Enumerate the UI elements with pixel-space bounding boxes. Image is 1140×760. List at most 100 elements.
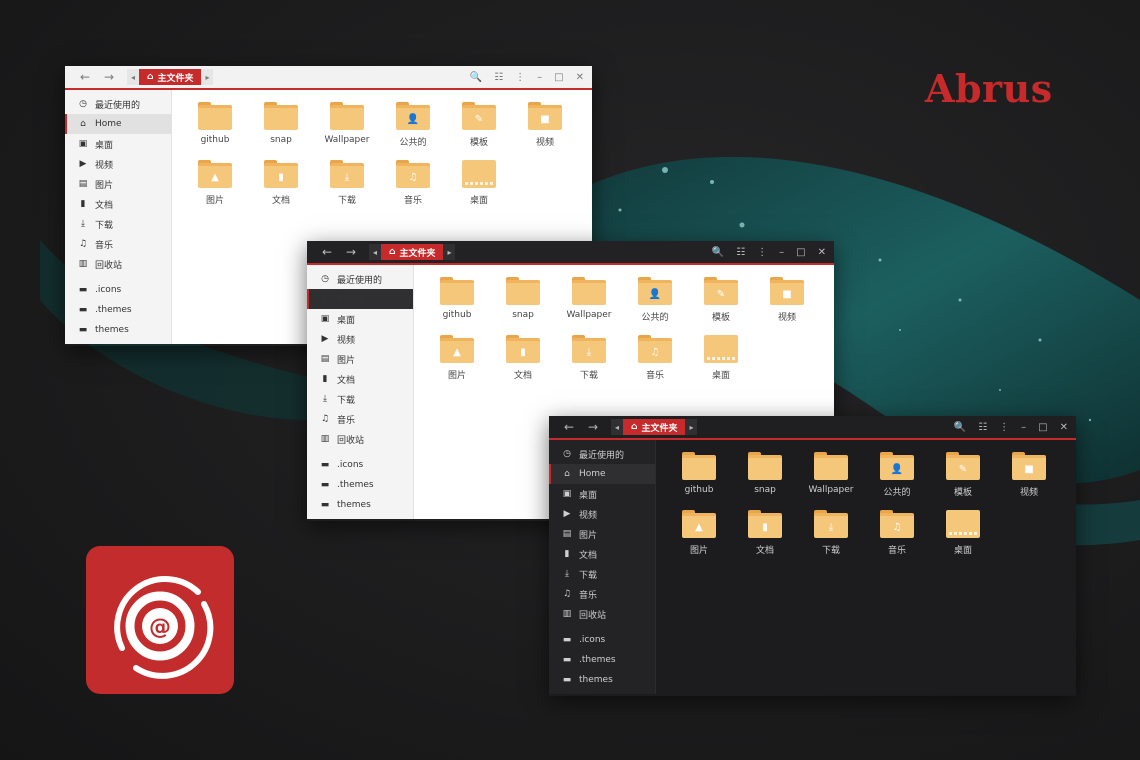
folder-item[interactable]: Wallpaper <box>556 275 622 333</box>
back-button[interactable]: ← <box>315 245 339 259</box>
forward-button[interactable]: → <box>339 245 363 259</box>
folder-item[interactable]: ▮ 文档 <box>732 508 798 566</box>
folder-item[interactable]: ✎ 模板 <box>930 450 996 508</box>
folder-item[interactable]: snap <box>248 100 314 158</box>
view-toggle-icon[interactable]: ☷ <box>494 72 503 83</box>
sidebar-item-下载[interactable]: ⤓ 下载 <box>307 389 413 409</box>
folder-item[interactable]: ⤓ 下载 <box>314 158 380 216</box>
maximize-button[interactable]: □ <box>554 72 563 83</box>
sidebar-item-最近使用的[interactable]: ◷ 最近使用的 <box>65 94 171 114</box>
sidebar-item-文档[interactable]: ▮ 文档 <box>549 544 655 564</box>
folder-item[interactable]: 👤 公共的 <box>864 450 930 508</box>
forward-button[interactable]: → <box>581 420 605 434</box>
folder-item[interactable]: ♫ 音乐 <box>864 508 930 566</box>
menu-icon[interactable]: ⋮ <box>999 422 1009 433</box>
back-button[interactable]: ← <box>73 70 97 84</box>
sidebar-item-最近使用的[interactable]: ◷ 最近使用的 <box>549 444 655 464</box>
folder-item[interactable]: Wallpaper <box>314 100 380 158</box>
sidebar-item-themes[interactable]: ▬ themes <box>65 320 171 340</box>
search-icon[interactable]: 🔍 <box>712 247 724 258</box>
folder-item[interactable]: ▮ 文档 <box>248 158 314 216</box>
sidebar-item-回收站[interactable]: ▥ 回收站 <box>65 254 171 274</box>
folder-item[interactable]: snap <box>732 450 798 508</box>
search-icon[interactable]: 🔍 <box>954 422 966 433</box>
close-button[interactable]: ✕ <box>576 72 584 83</box>
menu-icon[interactable]: ⋮ <box>515 72 525 83</box>
folder-item[interactable]: 桌面 <box>446 158 512 216</box>
sidebar-item-文档[interactable]: ▮ 文档 <box>307 369 413 389</box>
folder-item[interactable]: snap <box>490 275 556 333</box>
breadcrumb-home-button[interactable]: ⌂ 主文件夹 <box>381 244 444 260</box>
folder-item[interactable]: ▮ 文档 <box>490 333 556 391</box>
folder-item[interactable]: ✎ 模板 <box>688 275 754 333</box>
breadcrumb-right-arrow-icon[interactable]: ▸ <box>443 244 456 260</box>
folder-item[interactable]: github <box>182 100 248 158</box>
folder-item[interactable]: ▲ 图片 <box>182 158 248 216</box>
view-toggle-icon[interactable]: ☷ <box>978 422 987 433</box>
folder-item[interactable]: github <box>424 275 490 333</box>
sidebar-item-dot-icons[interactable]: ▬ .icons <box>549 630 655 650</box>
folder-item[interactable]: 👤 公共的 <box>380 100 446 158</box>
folder-item[interactable]: ■ 视频 <box>996 450 1062 508</box>
sidebar-item-音乐[interactable]: ♫ 音乐 <box>549 584 655 604</box>
sidebar-item-下载[interactable]: ⤓ 下载 <box>549 564 655 584</box>
sidebar-item-音乐[interactable]: ♫ 音乐 <box>65 234 171 254</box>
sidebar-item-themes[interactable]: ▬ themes <box>549 670 655 690</box>
folder-item[interactable]: Wallpaper <box>798 450 864 508</box>
sidebar-item-dot-themes[interactable]: ▬ .themes <box>65 300 171 320</box>
sidebar-item-文档[interactable]: ▮ 文档 <box>65 194 171 214</box>
maximize-button[interactable]: □ <box>796 247 805 258</box>
maximize-button[interactable]: □ <box>1038 422 1047 433</box>
sidebar-item-视频[interactable]: ▶ 视频 <box>65 154 171 174</box>
sidebar-item-图片[interactable]: ▤ 图片 <box>549 524 655 544</box>
sidebar-item-图片[interactable]: ▤ 图片 <box>307 349 413 369</box>
folder-item[interactable]: ♫ 音乐 <box>622 333 688 391</box>
sidebar-item-dot-icons[interactable]: ▬ .icons <box>307 455 413 475</box>
folder-item[interactable]: ■ 视频 <box>512 100 578 158</box>
sidebar-item-dot-themes[interactable]: ▬ .themes <box>307 475 413 495</box>
breadcrumb-left-arrow-icon[interactable]: ◂ <box>611 419 623 435</box>
back-button[interactable]: ← <box>557 420 581 434</box>
sidebar-item-回收站[interactable]: ▥ 回收站 <box>307 429 413 449</box>
sidebar-item-视频[interactable]: ▶ 视频 <box>307 329 413 349</box>
breadcrumb-left-arrow-icon[interactable]: ◂ <box>127 69 139 85</box>
sidebar-item-桌面[interactable]: ▣ 桌面 <box>549 484 655 504</box>
sidebar-item-图片[interactable]: ▤ 图片 <box>65 174 171 194</box>
folder-item[interactable]: ✎ 模板 <box>446 100 512 158</box>
close-button[interactable]: ✕ <box>1060 422 1068 433</box>
breadcrumb-right-arrow-icon[interactable]: ▸ <box>685 419 698 435</box>
sidebar-item-home[interactable]: ⌂ Home <box>65 114 171 134</box>
folder-item[interactable]: 👤 公共的 <box>622 275 688 333</box>
sidebar-item-themes[interactable]: ▬ themes <box>307 495 413 515</box>
minimize-button[interactable]: – <box>1021 422 1026 433</box>
breadcrumb-left-arrow-icon[interactable]: ◂ <box>369 244 381 260</box>
folder-item[interactable]: ■ 视频 <box>754 275 820 333</box>
minimize-button[interactable]: – <box>779 247 784 258</box>
menu-icon[interactable]: ⋮ <box>757 247 767 258</box>
sidebar-item-回收站[interactable]: ▥ 回收站 <box>549 604 655 624</box>
folder-item[interactable]: github <box>666 450 732 508</box>
sidebar-item-桌面[interactable]: ▣ 桌面 <box>65 134 171 154</box>
folder-item[interactable]: ▲ 图片 <box>424 333 490 391</box>
sidebar-item-home[interactable]: ⌂ Home <box>307 289 413 309</box>
folder-item[interactable]: ▲ 图片 <box>666 508 732 566</box>
sidebar-item-dot-icons[interactable]: ▬ .icons <box>65 280 171 300</box>
sidebar-item-桌面[interactable]: ▣ 桌面 <box>307 309 413 329</box>
sidebar-item-视频[interactable]: ▶ 视频 <box>549 504 655 524</box>
folder-item[interactable]: 桌面 <box>688 333 754 391</box>
folder-item[interactable]: ⤓ 下载 <box>798 508 864 566</box>
breadcrumb-home-button[interactable]: ⌂ 主文件夹 <box>623 419 686 435</box>
folder-item[interactable]: 桌面 <box>930 508 996 566</box>
breadcrumb-home-button[interactable]: ⌂ 主文件夹 <box>139 69 202 85</box>
close-button[interactable]: ✕ <box>818 247 826 258</box>
folder-item[interactable]: ⤓ 下载 <box>556 333 622 391</box>
search-icon[interactable]: 🔍 <box>470 72 482 83</box>
sidebar-item-下载[interactable]: ⤓ 下载 <box>65 214 171 234</box>
sidebar-item-dot-themes[interactable]: ▬ .themes <box>549 650 655 670</box>
view-toggle-icon[interactable]: ☷ <box>736 247 745 258</box>
folder-item[interactable]: ♫ 音乐 <box>380 158 446 216</box>
sidebar-item-最近使用的[interactable]: ◷ 最近使用的 <box>307 269 413 289</box>
breadcrumb-right-arrow-icon[interactable]: ▸ <box>201 69 214 85</box>
minimize-button[interactable]: – <box>537 72 542 83</box>
sidebar-item-home[interactable]: ⌂ Home <box>549 464 655 484</box>
